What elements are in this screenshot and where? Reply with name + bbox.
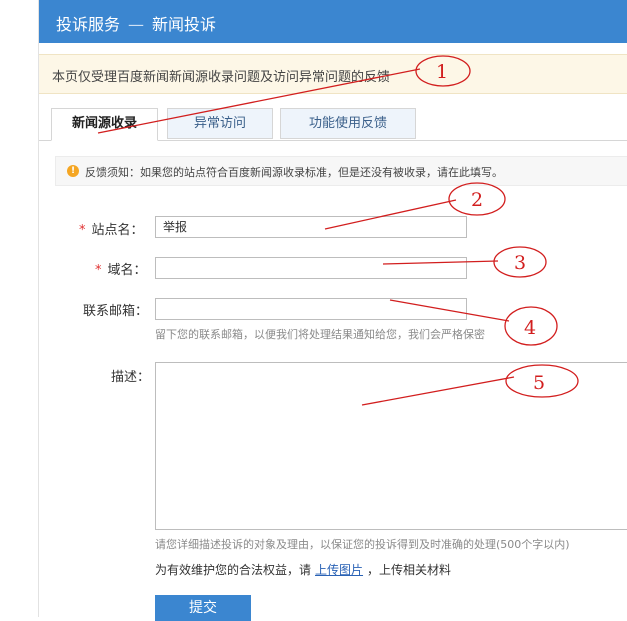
domain-input[interactable] [155,257,467,279]
description-hint: 请您详细描述投诉的对象及理由，以保证您的投诉得到及时准确的处理(500个字以内) [155,538,570,551]
tab-news-source[interactable]: 新闻源收录 [51,108,158,141]
page-header: 投诉服务 — 新闻投诉 [39,0,627,43]
tip-text: 反馈须知：如果您的站点符合百度新闻源收录标准，但是还没有被收录，请在此填写。 [85,166,503,179]
tab-abnormal-access[interactable]: 异常访问 [167,108,273,139]
description-label: 描述： [111,370,151,385]
email-label: 联系邮箱： [83,304,149,319]
page-title: 投诉服务 — 新闻投诉 [56,11,216,35]
notice-text: 本页仅受理百度新闻新闻源收录问题及访问异常问题的反馈 [52,70,391,85]
section-title: 新闻投诉 [152,15,217,34]
service-title: 投诉服务 [56,15,121,34]
site-name-input[interactable]: 举报 [155,216,467,238]
complaint-page: 投诉服务 — 新闻投诉 本页仅受理百度新闻新闻源收录问题及访问异常问题的反馈 新闻源… [38,0,627,621]
email-input[interactable] [155,298,467,320]
feedback-tip: ! 反馈须知：如果您的站点符合百度新闻源收录标准，但是还没有被收录，请在此填写。 [55,156,627,186]
notice-banner: 本页仅受理百度新闻新闻源收录问题及访问异常问题的反馈 [39,54,627,94]
warning-icon: ! [67,165,79,177]
submit-button[interactable]: 提交 [155,595,251,621]
site-name-label: * 站点名： [79,223,144,238]
title-separator: — [128,15,145,34]
description-textarea[interactable] [155,362,627,530]
required-mark: * [95,263,102,278]
tab-bar: 新闻源收录 异常访问 功能使用反馈 [39,108,627,141]
upload-image-link[interactable]: 上传图片 [315,563,363,577]
rights-line: 为有效维护您的合法权益，请 上传图片 ，上传相关材料 [155,563,452,577]
email-hint: 留下您的联系邮箱，以便我们将处理结果通知给您，我们会严格保密 [155,328,485,341]
required-mark: * [79,223,86,238]
domain-label: * 域名： [95,263,147,278]
tab-feature-feedback[interactable]: 功能使用反馈 [280,108,416,139]
